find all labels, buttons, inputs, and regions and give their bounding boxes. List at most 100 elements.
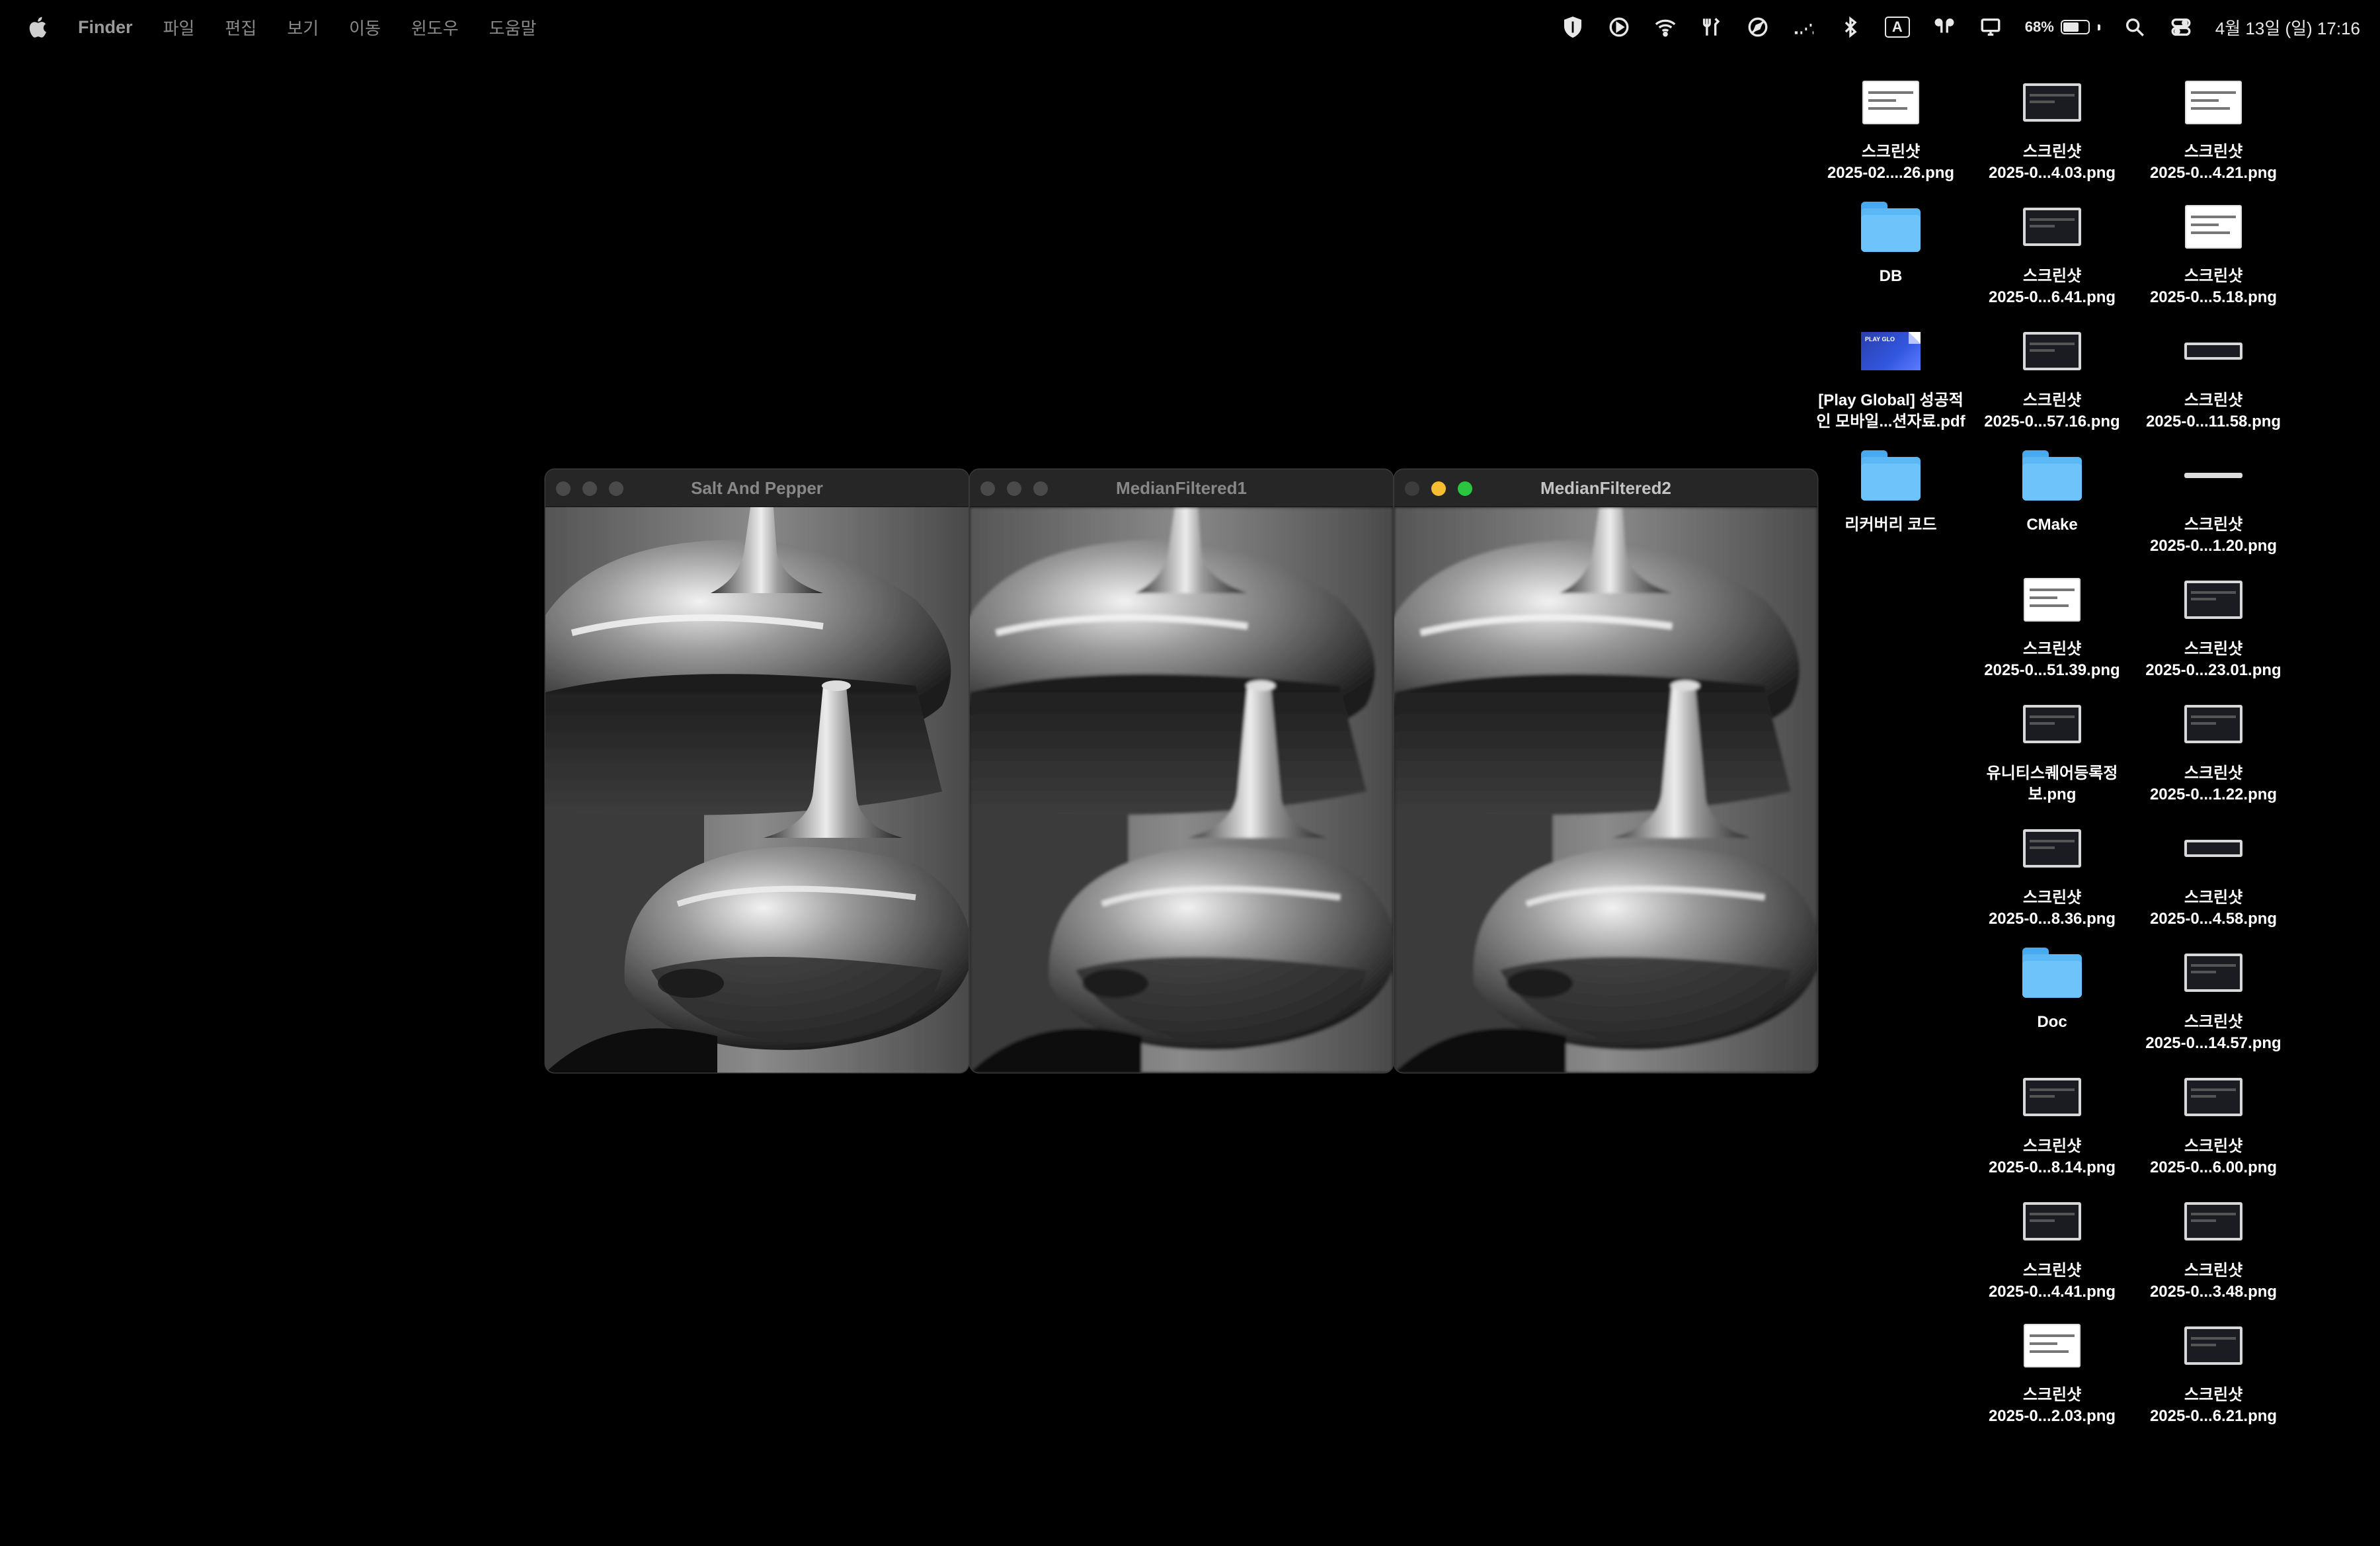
window-median-filtered-2[interactable]: MedianFiltered2 — [1394, 469, 1817, 1073]
apple-menu-icon[interactable] — [26, 15, 48, 39]
battery-status[interactable]: 68% — [2025, 19, 2100, 36]
desktop-folder[interactable]: DB — [1811, 190, 1970, 287]
menu-clock[interactable]: 4월 13일 (일) 17:16 — [2215, 15, 2360, 40]
thumbnail — [1973, 190, 2131, 263]
menu-bar: Finder 파일 편집 보기 이동 윈도우 도움말 A 68% 4월 13일 … — [0, 0, 2380, 54]
menu-window[interactable]: 윈도우 — [411, 15, 459, 40]
battery-tip — [2097, 24, 2100, 30]
filtered-image-1 — [970, 507, 1393, 1073]
window-median-filtered-1[interactable]: MedianFiltered1 — [970, 469, 1393, 1073]
thumbnail — [1973, 439, 2131, 512]
desktop-file[interactable]: 스크린샷 2025-0...11.58.png — [2134, 315, 2293, 432]
thumbnail — [1973, 66, 2131, 139]
desktop-folder[interactable]: Doc — [1973, 936, 2131, 1033]
window-titlebar[interactable]: MedianFiltered2 — [1394, 469, 1817, 507]
menu-help[interactable]: 도움말 — [489, 15, 537, 40]
desktop-file[interactable]: 스크린샷 2025-0...57.16.png — [1973, 315, 2131, 432]
window-titlebar[interactable]: Salt And Pepper — [545, 469, 969, 507]
desktop-file[interactable]: PLAY GLO [Play Global] 성공적 인 모바일...션자료.pd… — [1811, 315, 1970, 432]
desktop-file[interactable]: 스크린샷 2025-0...5.18.png — [2134, 190, 2293, 308]
desktop-item-label: 스크린샷 2025-0...8.36.png — [1988, 889, 2116, 928]
menu-go[interactable]: 이동 — [349, 15, 381, 40]
menu-app-name[interactable]: Finder — [78, 17, 133, 38]
desktop-item-label: 스크린샷 2025-0...14.57.png — [2145, 1013, 2281, 1052]
desktop-file[interactable]: 스크린샷 2025-0...6.21.png — [2134, 1309, 2293, 1427]
desktop-file[interactable]: 스크린샷 2025-0...8.36.png — [1973, 812, 2131, 930]
desktop-item-label: 유니티스퀘어등록정 보.png — [1986, 764, 2118, 803]
desktop-file[interactable]: 유니티스퀘어등록정 보.png — [1973, 688, 2131, 805]
image-thumbnail-icon — [2023, 1202, 2081, 1241]
control-center-icon[interactable] — [2169, 15, 2193, 39]
image-thumbnail-icon — [2184, 1202, 2242, 1241]
image-thumbnail-icon — [2023, 83, 2081, 122]
thumbnail — [1811, 439, 1970, 512]
desktop-file[interactable]: 스크린샷 2025-0...8.14.png — [1973, 1061, 2131, 1178]
window-title: Salt And Pepper — [691, 478, 823, 498]
image-thumbnail-icon — [2023, 332, 2081, 370]
thumbnail — [2134, 1061, 2293, 1133]
thumbnail — [2134, 1185, 2293, 1258]
desktop-file[interactable]: 스크린샷 2025-0...2.03.png — [1973, 1309, 2131, 1427]
desktop-file[interactable]: 스크린샷 2025-0...4.41.png — [1973, 1185, 2131, 1303]
thumbnail: PLAY GLO — [1811, 315, 1970, 387]
desktop-folder[interactable]: 리커버리 코드 — [1811, 439, 1970, 536]
desktop-item-label: 스크린샷 2025-0...3.48.png — [2149, 1262, 2278, 1301]
input-source-indicator[interactable]: A — [1884, 17, 1910, 38]
desktop-item-label: 스크린샷 2025-0...2.03.png — [1988, 1386, 2116, 1425]
desktop-item-label: 스크린샷 2025-0...57.16.png — [1984, 391, 2120, 430]
desktop-file[interactable]: 스크린샷 2025-0...3.48.png — [2134, 1185, 2293, 1303]
thumbnail — [1973, 563, 2131, 636]
activity-icon[interactable] — [1792, 15, 1816, 39]
thumbnail — [1811, 66, 1970, 139]
desktop-file[interactable]: 스크린샷 2025-0...6.41.png — [1973, 190, 2131, 308]
shield-icon[interactable] — [1561, 15, 1585, 39]
image-thumbnail-icon — [2185, 81, 2242, 124]
window-salt-and-pepper[interactable]: Salt And Pepper — [545, 469, 969, 1073]
thumbnail — [2134, 688, 2293, 760]
image-thumbnail-icon — [2184, 473, 2242, 478]
desktop-file[interactable]: 스크린샷 2025-0...4.21.png — [2134, 66, 2293, 184]
desktop-file[interactable]: 스크린샷 2025-0...1.20.png — [2134, 439, 2293, 557]
image-thumbnail-icon — [2024, 1324, 2081, 1367]
filtered-image-2 — [1394, 507, 1817, 1073]
desktop-item-label: 스크린샷 2025-0...5.18.png — [2149, 267, 2278, 306]
desktop-item-label: 스크린샷 2025-0...4.03.png — [1988, 143, 2116, 182]
desktop-file[interactable]: 스크린샷 2025-0...4.03.png — [1973, 66, 2131, 184]
image-thumbnail-icon — [2024, 578, 2081, 622]
desktop-file[interactable]: 스크린샷 2025-0...14.57.png — [2134, 936, 2293, 1054]
thumbnail — [1973, 1309, 2131, 1382]
bluetooth-icon[interactable] — [1839, 15, 1862, 39]
battery-fill — [2063, 22, 2079, 32]
desktop-file[interactable]: 스크린샷 2025-0...4.58.png — [2134, 812, 2293, 930]
desktop-item-label: [Play Global] 성공적 인 모바일...션자료.pdf — [1816, 391, 1965, 430]
thumbnail — [2134, 66, 2293, 139]
menu-view[interactable]: 보기 — [287, 15, 319, 40]
thumbnail — [2134, 812, 2293, 885]
window-titlebar[interactable]: MedianFiltered1 — [970, 469, 1393, 507]
play-icon[interactable] — [1607, 15, 1631, 39]
compass-icon[interactable] — [1746, 15, 1770, 39]
airpods-icon[interactable] — [1932, 15, 1956, 39]
thumbnail — [2134, 315, 2293, 387]
desktop-item-label: 스크린샷 2025-0...1.20.png — [2149, 516, 2278, 555]
menu-edit[interactable]: 편집 — [225, 15, 257, 40]
wifi-icon[interactable] — [1653, 15, 1677, 39]
folder-icon — [1861, 202, 1921, 252]
search-icon[interactable] — [2123, 15, 2147, 39]
image-thumbnail-icon — [1862, 81, 1919, 124]
desktop-file[interactable]: 스크린샷 2025-0...51.39.png — [1973, 563, 2131, 681]
desktop-file[interactable]: 스크린샷 2025-02....26.png — [1811, 66, 1970, 184]
tools-icon[interactable] — [1700, 15, 1724, 39]
pdf-thumbnail-icon: PLAY GLO — [1861, 332, 1921, 370]
desktop-folder[interactable]: CMake — [1973, 439, 2131, 536]
desktop-item-label: 스크린샷 2025-0...4.41.png — [1988, 1262, 2116, 1301]
desktop-file[interactable]: 스크린샷 2025-0...6.00.png — [2134, 1061, 2293, 1178]
thumbnail — [2134, 936, 2293, 1009]
desktop-file[interactable]: 스크린샷 2025-0...23.01.png — [2134, 563, 2293, 681]
image-thumbnail-icon — [2023, 829, 2081, 868]
desktop-file[interactable]: 스크린샷 2025-0...1.22.png — [2134, 688, 2293, 805]
menu-file[interactable]: 파일 — [163, 15, 195, 40]
image-thumbnail-icon — [2023, 705, 2081, 743]
image-thumbnail-icon — [2184, 954, 2242, 992]
display-icon[interactable] — [1979, 15, 2003, 39]
